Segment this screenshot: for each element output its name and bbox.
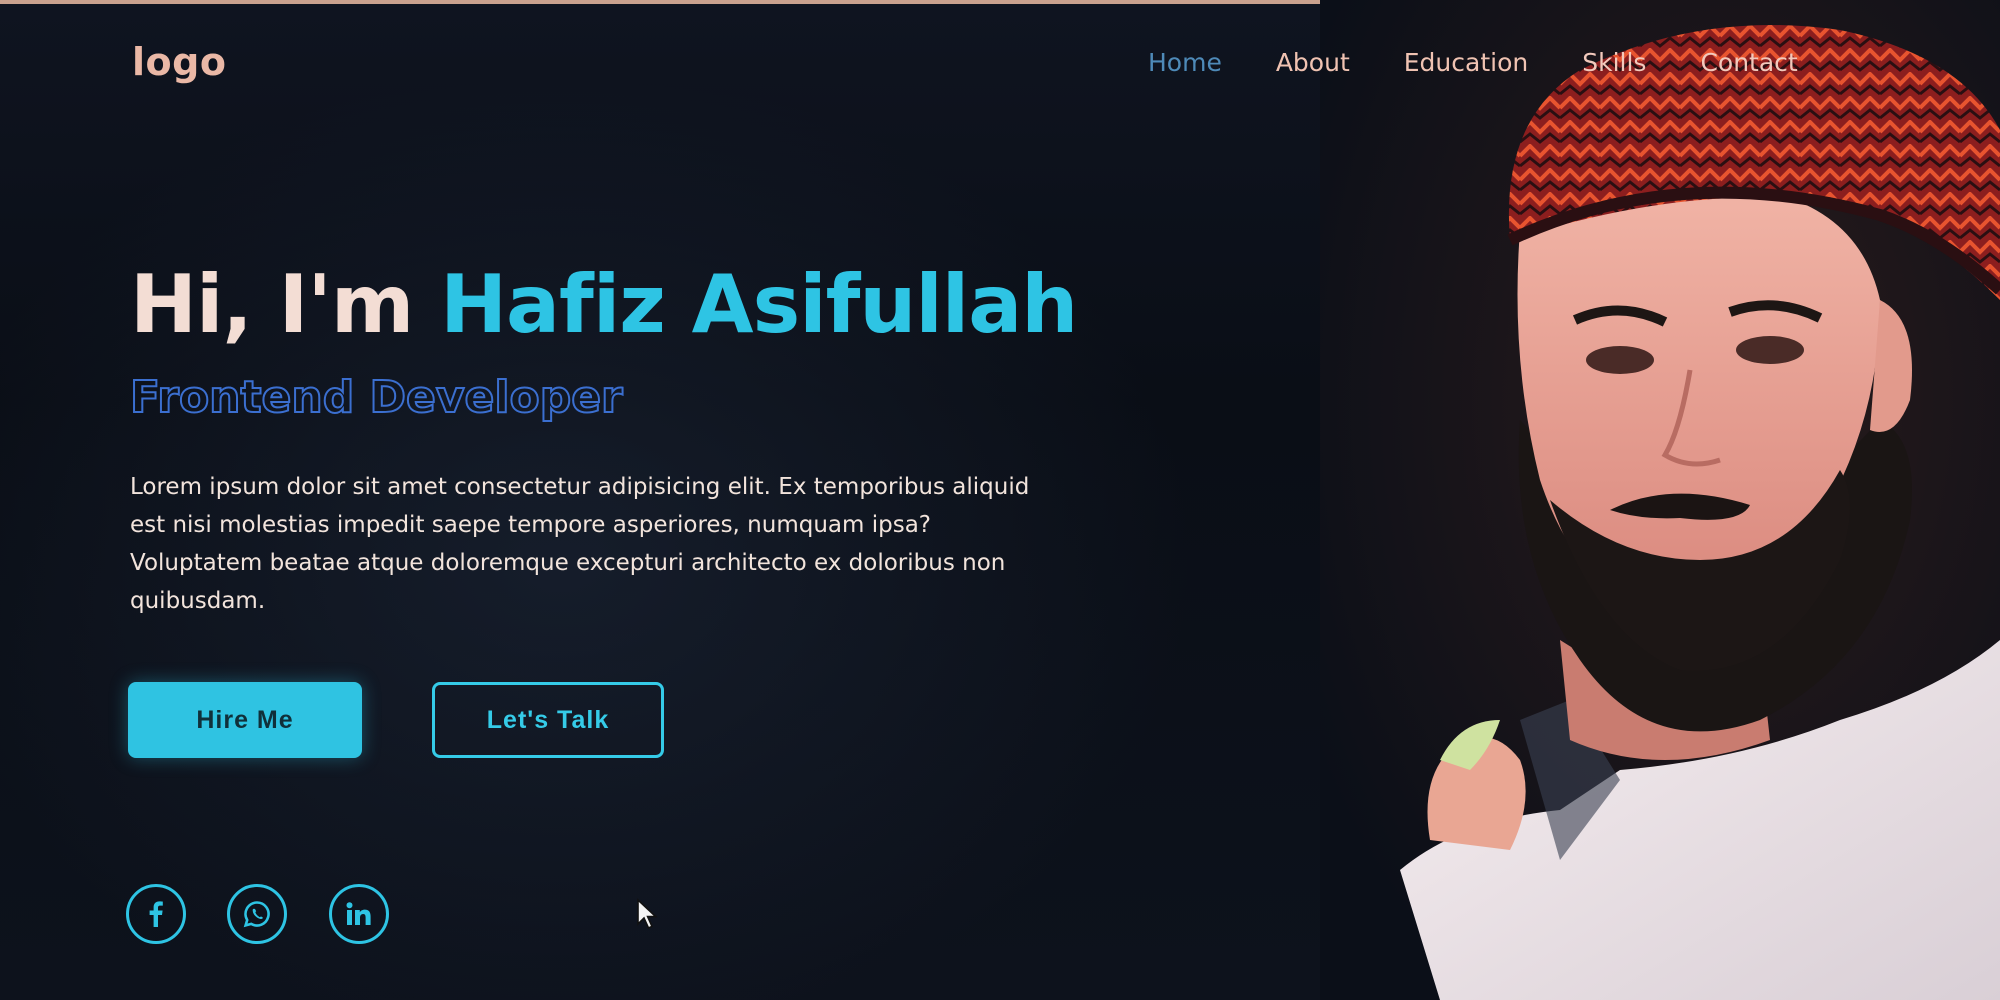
nav-skills-link[interactable]: Skills: [1582, 48, 1646, 77]
main-nav: Home About Education Skills Contact: [1148, 48, 1852, 77]
linkedin-link[interactable]: [329, 884, 389, 944]
hire-me-button[interactable]: Hire Me: [128, 682, 362, 758]
hero-role: Frontend Developer: [129, 371, 624, 424]
whatsapp-link[interactable]: [227, 884, 287, 944]
nav-contact-link[interactable]: Contact: [1700, 48, 1797, 77]
nav-education-link[interactable]: Education: [1404, 48, 1528, 77]
hero-name: Hafiz Asifullah: [440, 258, 1078, 351]
nav-home-link[interactable]: Home: [1148, 48, 1222, 77]
facebook-icon: [149, 901, 163, 927]
hero-bio: Lorem ipsum dolor sit amet consectetur a…: [130, 474, 1030, 614]
lets-talk-button[interactable]: Let's Talk: [432, 682, 664, 758]
whatsapp-icon: [243, 901, 270, 928]
profile-photo: [1320, 0, 2000, 1000]
portfolio-page: logo Home About Education Skills Contact…: [0, 0, 2000, 1000]
site-logo[interactable]: logo: [132, 40, 226, 84]
linkedin-icon: [346, 902, 371, 925]
nav-about-link[interactable]: About: [1276, 48, 1350, 77]
facebook-link[interactable]: [126, 884, 186, 944]
mouse-cursor-icon: [637, 898, 658, 930]
hero-greeting: Hi, I'm: [130, 258, 414, 351]
hero-heading: Hi, I'm Hafiz Asifullah: [130, 258, 1078, 351]
